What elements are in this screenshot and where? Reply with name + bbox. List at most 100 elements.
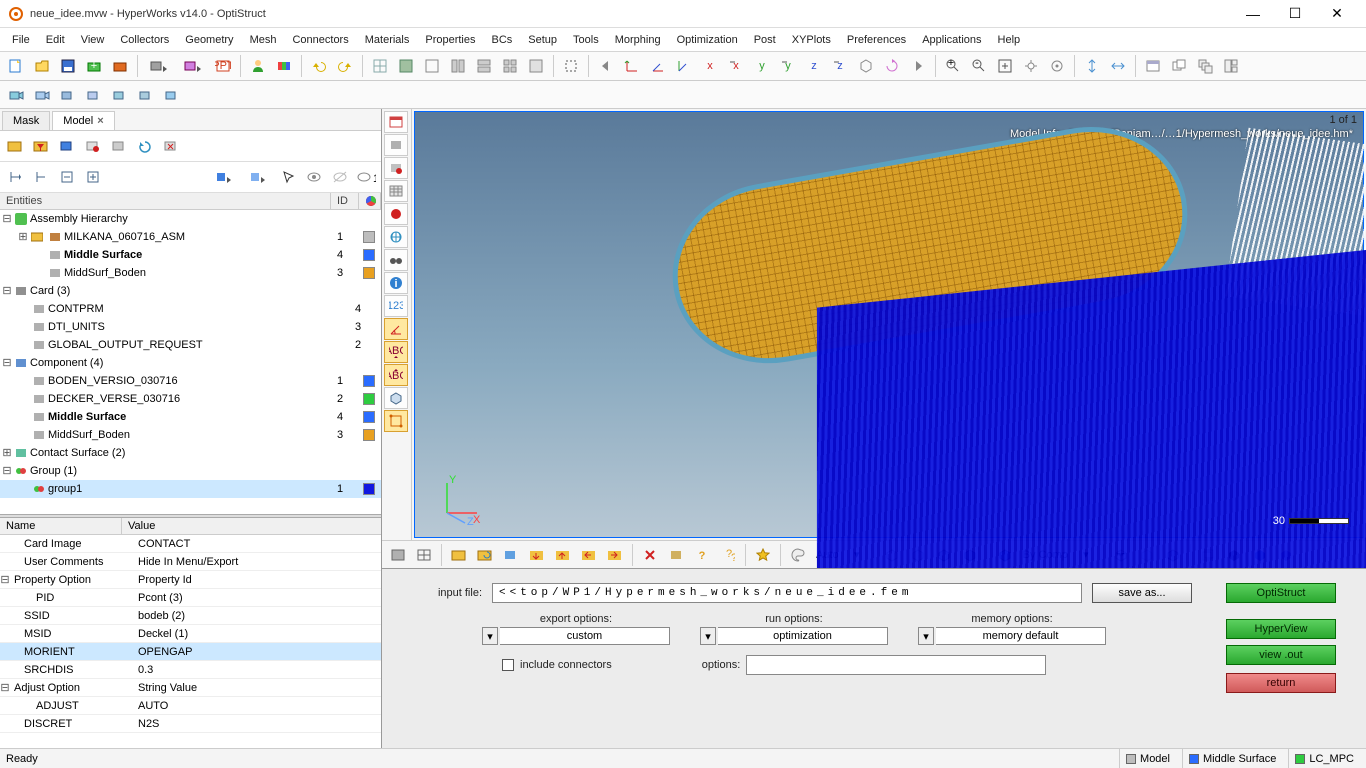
cam1-icon[interactable]: [4, 83, 28, 107]
abc-up-icon[interactable]: ABC: [384, 341, 408, 363]
expander-icon[interactable]: ⊞: [18, 230, 28, 244]
tree-comp-group[interactable]: ⊟ Component (4): [0, 354, 381, 372]
pan-icon[interactable]: [1019, 54, 1043, 78]
rotate-icon[interactable]: [880, 54, 904, 78]
folder-refresh-icon[interactable]: [473, 543, 497, 567]
prop-discret[interactable]: DISCRETN2S: [0, 715, 381, 733]
card-edit-icon[interactable]: [664, 543, 688, 567]
options-field[interactable]: [746, 655, 1046, 675]
tree-collapse-icon[interactable]: [55, 165, 79, 189]
info-icon[interactable]: i: [384, 272, 408, 294]
grid6-icon[interactable]: [498, 54, 522, 78]
menu-help[interactable]: Help: [990, 31, 1029, 49]
question-icon[interactable]: ?: [690, 543, 714, 567]
open-icon[interactable]: [30, 54, 54, 78]
tree-col-color[interactable]: [359, 193, 381, 209]
expander-icon[interactable]: ⊟: [2, 284, 12, 298]
grid2-icon[interactable]: [394, 54, 418, 78]
grid5-icon[interactable]: [472, 54, 496, 78]
expander-icon[interactable]: ⊞: [2, 446, 12, 460]
prop-srchdis[interactable]: SRCHDIS0.3: [0, 661, 381, 679]
windows-icon[interactable]: [1167, 54, 1191, 78]
zoom-out-icon[interactable]: -: [967, 54, 991, 78]
menu-setup[interactable]: Setup: [520, 31, 565, 49]
folder-right-icon[interactable]: [603, 543, 627, 567]
optistruct-button[interactable]: OptiStruct: [1226, 583, 1336, 603]
globe-icon[interactable]: [384, 226, 408, 248]
prop-pid[interactable]: PIDPcont (3): [0, 589, 381, 607]
menu-applications[interactable]: Applications: [914, 31, 989, 49]
tree-item-contprm[interactable]: CONTPRM4: [0, 300, 381, 318]
comp-gray-icon[interactable]: [107, 134, 131, 158]
input-file-field[interactable]: <<top/WP1/Hypermesh_works/neue_idee.fem: [492, 583, 1082, 603]
folder-yellow-icon[interactable]: [3, 134, 27, 158]
folder-filter-icon[interactable]: [29, 134, 53, 158]
prop-adjust-option[interactable]: ⊟Adjust OptionString Value: [0, 679, 381, 697]
tab-mask[interactable]: Mask: [2, 111, 50, 130]
menu-properties[interactable]: Properties: [417, 31, 483, 49]
cam5-icon[interactable]: [108, 83, 132, 107]
menu-collectors[interactable]: Collectors: [112, 31, 177, 49]
iso-icon[interactable]: [854, 54, 878, 78]
grid7-icon[interactable]: [524, 54, 548, 78]
show-hide-1-icon[interactable]: [208, 165, 240, 189]
grid4-icon[interactable]: [446, 54, 470, 78]
move-horiz-icon[interactable]: [1106, 54, 1130, 78]
tree-item-midsurf1[interactable]: Middle Surface4: [0, 246, 381, 264]
chevron-down-icon[interactable]: ▾: [482, 627, 498, 645]
cam6-icon[interactable]: [134, 83, 158, 107]
tree-item-decker[interactable]: DECKER_VERSE_0307162: [0, 390, 381, 408]
save-as-button[interactable]: save as...: [1092, 583, 1192, 603]
cascade-icon[interactable]: [1193, 54, 1217, 78]
tab-model[interactable]: Model×: [52, 111, 114, 130]
3d-viewport[interactable]: 1 of 1 Model Info: C:/Users/Benjam…/…1/H…: [414, 111, 1364, 538]
menu-preferences[interactable]: Preferences: [839, 31, 914, 49]
tree-item-group1[interactable]: group11: [0, 480, 381, 498]
assembly-icon[interactable]: [177, 54, 209, 78]
axis-rev-y-icon[interactable]: y: [776, 54, 800, 78]
tree-group-group[interactable]: ⊟ Group (1): [0, 462, 381, 480]
tree-item-dti[interactable]: DTI_UNITS3: [0, 318, 381, 336]
comp-cycle-icon[interactable]: [499, 543, 523, 567]
tree-item-milkana[interactable]: ⊞ MILKANA_060716_ASM1: [0, 228, 381, 246]
menu-optimization[interactable]: Optimization: [669, 31, 746, 49]
menu-mesh[interactable]: Mesh: [242, 31, 285, 49]
sync-icon[interactable]: [159, 134, 183, 158]
ppt-icon[interactable]: PPT: [211, 54, 235, 78]
menu-morphing[interactable]: Morphing: [607, 31, 669, 49]
menu-edit[interactable]: Edit: [38, 31, 73, 49]
axis-xy-icon[interactable]: [620, 54, 644, 78]
tree-col-entities[interactable]: Entities: [0, 193, 331, 209]
q-small-icon[interactable]: ??: [716, 543, 740, 567]
record-icon[interactable]: [384, 203, 408, 225]
show-hide-2-icon[interactable]: [242, 165, 274, 189]
tile-icon[interactable]: [1219, 54, 1243, 78]
binoculars-icon[interactable]: [384, 249, 408, 271]
status-chip-midsurface[interactable]: Middle Surface: [1182, 749, 1282, 768]
palette2-icon[interactable]: [786, 543, 810, 567]
axis-x-icon[interactable]: x: [698, 54, 722, 78]
view-iso-icon[interactable]: [384, 387, 408, 409]
render-wire-icon[interactable]: [412, 543, 436, 567]
window-icon[interactable]: [1141, 54, 1165, 78]
menu-post[interactable]: Post: [746, 31, 784, 49]
delete-icon[interactable]: [638, 543, 662, 567]
grid3-icon[interactable]: [420, 54, 444, 78]
menu-view[interactable]: View: [73, 31, 113, 49]
arrow-left-icon[interactable]: [594, 54, 618, 78]
status-chip-lcmpc[interactable]: LC_MPC: [1288, 749, 1360, 768]
entity-tree[interactable]: ⊟ Assembly Hierarchy ⊞ MILKANA_060716_AS…: [0, 210, 381, 514]
tree-expand-icon[interactable]: [81, 165, 105, 189]
view1-icon[interactable]: [384, 134, 408, 156]
comp-filter-icon[interactable]: [81, 134, 105, 158]
eye-1-icon[interactable]: 1: [354, 165, 378, 189]
cam4-icon[interactable]: [82, 83, 106, 107]
expander-icon[interactable]: ⊟: [2, 464, 12, 478]
eye-off-icon[interactable]: [328, 165, 352, 189]
zoom-in-icon[interactable]: +: [941, 54, 965, 78]
refresh-icon[interactable]: [133, 134, 157, 158]
orbit-icon[interactable]: [1045, 54, 1069, 78]
menu-materials[interactable]: Materials: [357, 31, 418, 49]
arrow-right-icon[interactable]: [906, 54, 930, 78]
close-button[interactable]: ✕: [1316, 2, 1358, 26]
